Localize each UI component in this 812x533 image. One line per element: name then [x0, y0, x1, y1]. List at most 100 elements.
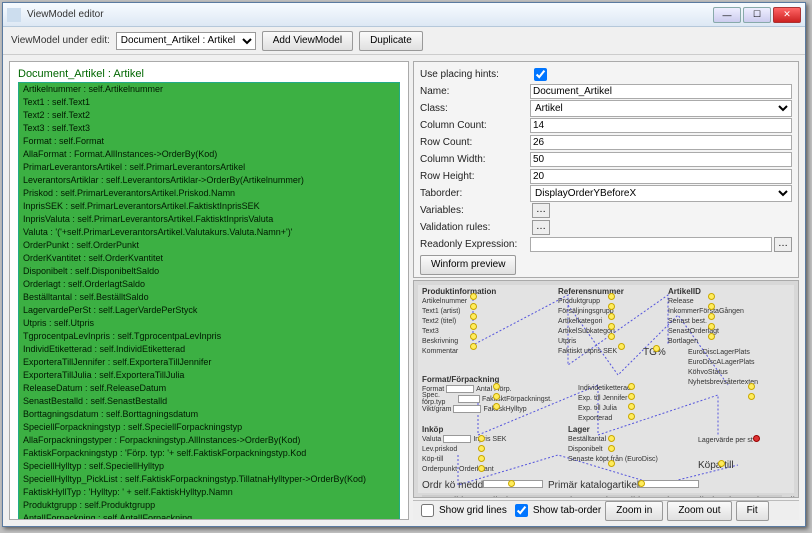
pv-section-produktinfo: Produktinformation — [422, 287, 552, 296]
pv-label: Individetiketterad — [578, 385, 631, 392]
duplicate-button[interactable]: Duplicate — [359, 31, 423, 51]
taborder-dot — [748, 383, 755, 390]
rowcount-label: Row Count: — [420, 137, 530, 148]
variables-label: Variables: — [420, 205, 530, 216]
tree[interactable]: Document_Artikel : Artikel Artikelnummer… — [10, 62, 408, 519]
minimize-button[interactable]: — — [713, 7, 741, 23]
tree-node[interactable]: Text2 : self.Text2 — [19, 109, 399, 122]
tree-node[interactable]: Borttagningsdatum : self.Borttagningsdat… — [19, 408, 399, 421]
pv-input[interactable] — [639, 480, 699, 488]
tree-node[interactable]: FaktiskHyllTyp : 'Hylltyp: ' + self.Fakt… — [19, 486, 399, 499]
taborder-dot — [508, 480, 515, 487]
tree-node[interactable]: InprisValuta : self.PrimarLeverantorsArt… — [19, 213, 399, 226]
tree-node[interactable]: Orderlagt : self.OrderlagtSaldo — [19, 278, 399, 291]
pv-label: Kommentar — [422, 348, 458, 355]
tree-node[interactable]: ExporteraTillJulia : self.ExporteraTillJ… — [19, 369, 399, 382]
fit-button[interactable]: Fit — [736, 501, 769, 521]
readonly-button[interactable]: … — [774, 237, 792, 252]
pv-label: KöhvoStatus — [688, 369, 728, 376]
taborder-dot — [708, 333, 715, 340]
colcount-input[interactable] — [530, 118, 792, 133]
tree-node[interactable]: PrimarLeverantorsArtikel : self.PrimarLe… — [19, 161, 399, 174]
pv-col: Lev.Artiklar — [423, 496, 472, 498]
tree-node[interactable]: SpeciellForpackningstyp : self.SpeciellF… — [19, 421, 399, 434]
taborder-dot — [493, 403, 500, 410]
showgrid-checkbox[interactable]: Show grid lines — [417, 501, 507, 520]
validation-button[interactable]: … — [532, 220, 550, 235]
tree-node[interactable]: Text3 : self.Text3 — [19, 122, 399, 135]
tree-node[interactable]: LeverantorsArtiklar : self.LeverantorsAr… — [19, 174, 399, 187]
maximize-button[interactable]: ☐ — [743, 7, 771, 23]
rowcount-input[interactable] — [530, 135, 792, 150]
tree-node[interactable]: Artikelnummer : self.Artikelnummer — [19, 83, 399, 96]
pv-label: Lagervärde per st — [698, 437, 753, 444]
showtaborder-checkbox[interactable]: Show tab-order — [511, 501, 601, 520]
viewmodel-select[interactable]: Document_Artikel : Artikel — [116, 32, 256, 50]
tree-node[interactable]: Disponibelt : self.DisponibeltSaldo — [19, 265, 399, 278]
close-button[interactable]: ✕ — [773, 7, 801, 23]
pv-label: Text3 — [422, 328, 439, 335]
pv-input[interactable] — [443, 435, 471, 443]
tree-node[interactable]: Valuta : '('+self.PrimarLeverantorsArtik… — [19, 226, 399, 239]
tree-node[interactable]: OrderPunkt : self.OrderPunkt — [19, 239, 399, 252]
tree-node[interactable]: ReleaseDatum : self.ReleaseDatum — [19, 382, 399, 395]
tree-node[interactable]: AntalIForpackning : self.AntalIForpackni… — [19, 512, 399, 519]
tree-node[interactable]: FaktiskForpackningstyp : 'Förp. typ: '+ … — [19, 447, 399, 460]
pv-input[interactable] — [453, 405, 481, 413]
tree-node[interactable]: Beställtantal : self.BeställtSaldo — [19, 291, 399, 304]
taborder-dot — [470, 293, 477, 300]
tree-node[interactable]: Utpris : self.Utpris — [19, 317, 399, 330]
tree-node[interactable]: IndividEtiketterad : self.IndividEtikett… — [19, 343, 399, 356]
pv-col: Katalogartiklar — [585, 496, 649, 498]
tree-node[interactable]: TgprocentpaLevInpris : self.TgprocentpaL… — [19, 330, 399, 343]
zoomout-button[interactable]: Zoom out — [667, 501, 731, 521]
app-icon — [7, 8, 21, 22]
class-select[interactable]: Artikel — [530, 100, 792, 117]
taborder-dot — [628, 413, 635, 420]
window-title: ViewModel editor — [27, 9, 713, 20]
tree-node[interactable]: Produktgrupp : self.Produktgrupp — [19, 499, 399, 512]
taborder-dot — [708, 313, 715, 320]
tree-node[interactable]: InprisSEK : self.PrimarLeverantorsArtike… — [19, 200, 399, 213]
pv-label: Senast best. — [668, 318, 707, 325]
tree-node[interactable]: OrderKvantitet : self.OrderKvantitet — [19, 252, 399, 265]
taborder-select[interactable]: DisplayOrderYBeforeX — [530, 185, 792, 202]
tree-node[interactable]: AllaForpackningstyper : Forpackningstyp.… — [19, 434, 399, 447]
name-label: Name: — [420, 86, 530, 97]
tree-node[interactable]: AllaFormat : Format.AllInstances->OrderB… — [19, 148, 399, 161]
winform-preview-button[interactable]: Winform preview — [420, 255, 516, 275]
tree-node[interactable]: Text1 : self.Text1 — [19, 96, 399, 109]
tree-node[interactable]: LagervardePerSt : self.LagerVardePerStyc… — [19, 304, 399, 317]
pv-section-artikelid: ArtikelID — [668, 287, 778, 296]
class-label: Class: — [420, 103, 530, 114]
variables-button[interactable]: … — [532, 203, 550, 218]
use-placing-checkbox[interactable] — [534, 68, 547, 81]
taborder-dot-end — [753, 435, 760, 442]
layout-preview[interactable]: Produktinformation Artikelnummer Text1 (… — [413, 280, 799, 498]
add-viewmodel-button[interactable]: Add ViewModel — [262, 31, 353, 51]
name-input[interactable] — [530, 84, 792, 99]
pv-label: Valuta — [422, 436, 441, 443]
pv-col: Inpris SEK — [553, 496, 577, 498]
pv-label: Lev.priskod — [422, 446, 457, 453]
tree-root[interactable]: Document_Artikel : Artikel — [18, 68, 400, 80]
pv-label: Text1 (artist) — [422, 308, 461, 315]
readonly-input[interactable] — [530, 237, 772, 252]
tree-node[interactable]: ExporteraTillJennifer : self.ExporteraTi… — [19, 356, 399, 369]
pv-col: PrimarArtikel — [657, 496, 714, 498]
taborder-dot — [618, 343, 625, 350]
tree-node[interactable]: Format : self.Format — [19, 135, 399, 148]
pv-label: Primär katalogartikel — [548, 480, 639, 491]
pv-label: Vikt/gram — [422, 406, 451, 413]
rowheight-input[interactable] — [530, 169, 792, 184]
pv-label: Exp. till Jennifer — [578, 395, 627, 402]
pv-input[interactable] — [458, 395, 480, 403]
colwidth-input[interactable] — [530, 152, 792, 167]
pv-label: Artikelkategori — [558, 318, 602, 325]
tree-node[interactable]: SenastBestalld : self.SenastBestalld — [19, 395, 399, 408]
tree-node[interactable]: SpeciellHylltyp_PickList : self.FaktiskF… — [19, 473, 399, 486]
tree-node[interactable]: SpeciellHylltyp : self.SpeciellHylltyp — [19, 460, 399, 473]
titlebar[interactable]: ViewModel editor — ☐ ✕ — [3, 3, 805, 27]
zoomin-button[interactable]: Zoom in — [605, 501, 663, 521]
tree-node[interactable]: Priskod : self.PrimarLeverantorsArtikel.… — [19, 187, 399, 200]
